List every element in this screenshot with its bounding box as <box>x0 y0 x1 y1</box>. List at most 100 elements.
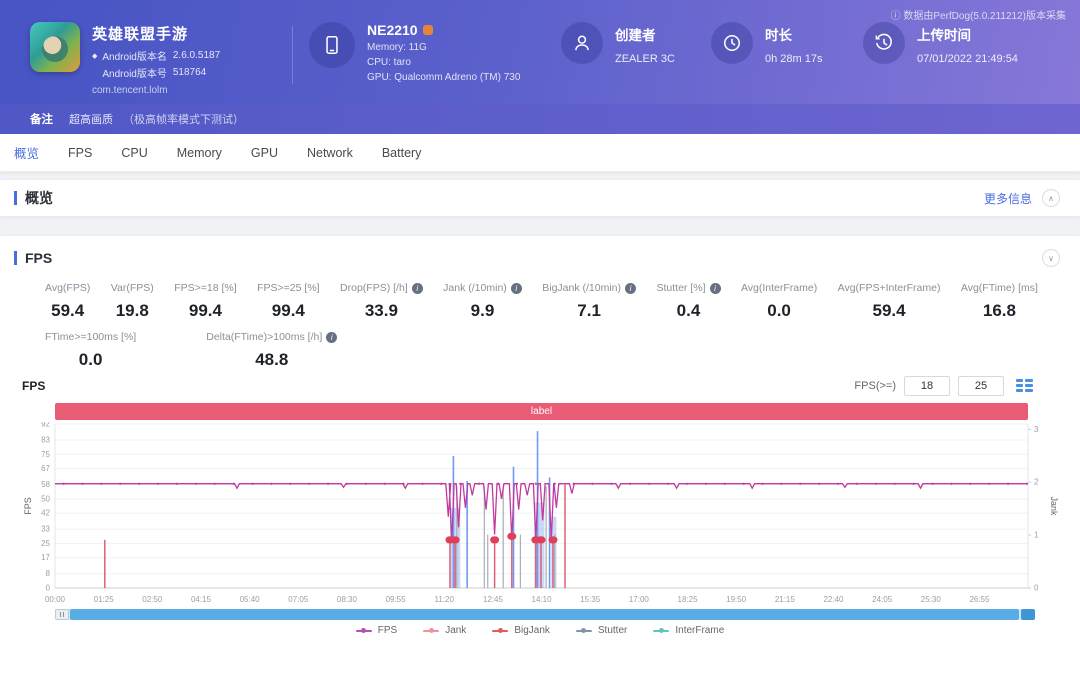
user-icon <box>561 22 603 64</box>
svg-text:3: 3 <box>1034 425 1039 434</box>
section-accent-bar <box>14 191 17 205</box>
svg-text:2: 2 <box>1034 478 1039 487</box>
metric-stutter: Stutter [%]i 0.4 <box>656 282 720 321</box>
device-model-row: NE2210 <box>367 22 520 38</box>
svg-text:92: 92 <box>41 422 50 429</box>
tab-fps[interactable]: FPS <box>68 146 92 160</box>
scrollbar-left-handle[interactable] <box>55 609 69 620</box>
svg-text:21:15: 21:15 <box>775 595 796 604</box>
fps-collapse-button[interactable]: ∨ <box>1042 249 1060 267</box>
phone-icon <box>309 22 355 68</box>
svg-text:09:55: 09:55 <box>386 595 407 604</box>
metric-drop-fps: Drop(FPS) [/h]i 33.9 <box>340 282 423 321</box>
legend-marker <box>356 630 372 632</box>
fps-threshold2-input[interactable] <box>958 376 1004 396</box>
duration-label: 时长 <box>765 24 822 44</box>
scrollbar-thumb[interactable] <box>70 609 1019 620</box>
legend-marker <box>492 630 508 632</box>
svg-text:Jank: Jank <box>1049 496 1058 516</box>
svg-text:25:30: 25:30 <box>921 595 942 604</box>
svg-text:07:05: 07:05 <box>288 595 309 604</box>
app-version-code: 518764 <box>173 67 206 78</box>
device-badge-icon <box>423 25 433 35</box>
metric-avg-fps-interframe: Avg(FPS+InterFrame) 59.4 <box>838 282 941 321</box>
svg-text:01:25: 01:25 <box>94 595 115 604</box>
info-icon[interactable]: i <box>710 283 721 294</box>
svg-text:08:30: 08:30 <box>337 595 358 604</box>
fps-metrics-row2: FTime>=100ms [%] 0.0 Delta(FTime)>100ms … <box>0 331 1080 370</box>
svg-text:17:00: 17:00 <box>629 595 650 604</box>
chart-title: FPS <box>22 379 45 393</box>
info-icon[interactable]: i <box>511 283 522 294</box>
tab-battery[interactable]: Battery <box>382 146 422 160</box>
svg-text:11:20: 11:20 <box>435 595 455 604</box>
report-header: ⓘ 数据由PerfDog(5.0.211212)版本采集 英雄联盟手游 ◆ An… <box>0 0 1080 104</box>
powered-by-text: ⓘ 数据由PerfDog(5.0.211212)版本采集 <box>891 7 1066 22</box>
fps-threshold1-input[interactable] <box>904 376 950 396</box>
remark-text: （极高帧率模式下测试） <box>123 111 244 127</box>
legend-marker <box>576 630 592 632</box>
svg-text:00:00: 00:00 <box>45 595 66 604</box>
metric-avg-interframe: Avg(InterFrame) 0.0 <box>741 282 817 321</box>
scenario-label-band[interactable]: label <box>55 403 1028 420</box>
svg-text:50: 50 <box>41 494 50 503</box>
tab-cpu[interactable]: CPU <box>121 146 147 160</box>
fps-section-title: FPS <box>25 250 52 266</box>
perf-report-page: ⓘ 数据由PerfDog(5.0.211212)版本采集 英雄联盟手游 ◆ An… <box>0 0 1080 685</box>
legend-item-interframe[interactable]: InterFrame <box>653 625 724 636</box>
legend-item-fps[interactable]: FPS <box>356 625 397 636</box>
svg-text:05:40: 05:40 <box>240 595 261 604</box>
overview-collapse-button[interactable]: ∧ <box>1042 189 1060 207</box>
chart-scrollbar[interactable] <box>55 609 1035 620</box>
legend-item-bigjank[interactable]: BigJank <box>492 625 550 636</box>
svg-text:FPS: FPS <box>23 497 33 515</box>
svg-text:1: 1 <box>1034 531 1039 540</box>
svg-text:25: 25 <box>41 539 50 548</box>
svg-text:24:05: 24:05 <box>872 595 893 604</box>
info-icon: ⓘ <box>891 11 901 22</box>
info-icon[interactable]: i <box>625 283 636 294</box>
device-memory: Memory: 11G <box>367 42 520 53</box>
data-table-icon[interactable] <box>1016 379 1034 393</box>
device-model: NE2210 <box>367 22 418 38</box>
svg-text:22:40: 22:40 <box>823 595 844 604</box>
svg-text:17: 17 <box>41 553 50 562</box>
metric-jank: Jank (/10min)i 9.9 <box>443 282 522 321</box>
fps-line-chart[interactable]: 08172533425058677583920123FPSJank00:0001… <box>22 422 1058 608</box>
legend-item-stutter[interactable]: Stutter <box>576 625 627 636</box>
tab-overview[interactable]: 概览 <box>14 143 39 162</box>
svg-text:0: 0 <box>1034 584 1039 593</box>
svg-text:75: 75 <box>41 450 50 459</box>
overview-more-link[interactable]: 更多信息 <box>984 190 1032 207</box>
remark-tag: 超高画质 <box>69 111 113 127</box>
device-gpu: GPU: Qualcomm Adreno (TM) 730 <box>367 72 520 83</box>
scrollbar-right-handle[interactable] <box>1021 609 1035 620</box>
svg-text:19:50: 19:50 <box>726 595 747 604</box>
info-icon[interactable]: i <box>412 283 423 294</box>
svg-text:33: 33 <box>41 525 50 534</box>
info-icon[interactable]: i <box>326 332 337 343</box>
svg-text:14:10: 14:10 <box>532 595 553 604</box>
svg-text:67: 67 <box>41 464 50 473</box>
legend-marker <box>423 630 439 632</box>
upload-time-value: 07/01/2022 21:49:54 <box>917 53 1018 65</box>
metric-fps-ge-18: FPS>=18 [%] 99.4 <box>174 282 236 321</box>
app-version-code-row: ◆ Android版本号 518764 <box>92 65 220 80</box>
duration-value: 0h 28m 17s <box>765 53 822 65</box>
creator-label: 创建者 <box>615 24 675 44</box>
tab-network[interactable]: Network <box>307 146 353 160</box>
svg-text:02:50: 02:50 <box>142 595 163 604</box>
creator-value: ZEALER 3C <box>615 53 675 65</box>
device-info-group: NE2210 Memory: 11G CPU: taro GPU: Qualco… <box>293 22 547 83</box>
legend-item-jank[interactable]: Jank <box>423 625 466 636</box>
fps-card: FPS ∨ Avg(FPS) 59.4 Var(FPS) 19.8 FPS>=1… <box>0 236 1080 685</box>
overview-card: 概览 更多信息 ∧ <box>0 180 1080 216</box>
clock-icon <box>711 22 753 64</box>
section-tabbar: 概览 FPS CPU Memory GPU Network Battery <box>0 134 1080 172</box>
diamond-icon: ◆ <box>92 52 97 60</box>
fps-threshold-label: FPS(>=) <box>854 380 896 392</box>
tab-memory[interactable]: Memory <box>177 146 222 160</box>
legend-marker <box>653 630 669 632</box>
duration-group: 时长 0h 28m 17s <box>697 22 849 65</box>
tab-gpu[interactable]: GPU <box>251 146 278 160</box>
